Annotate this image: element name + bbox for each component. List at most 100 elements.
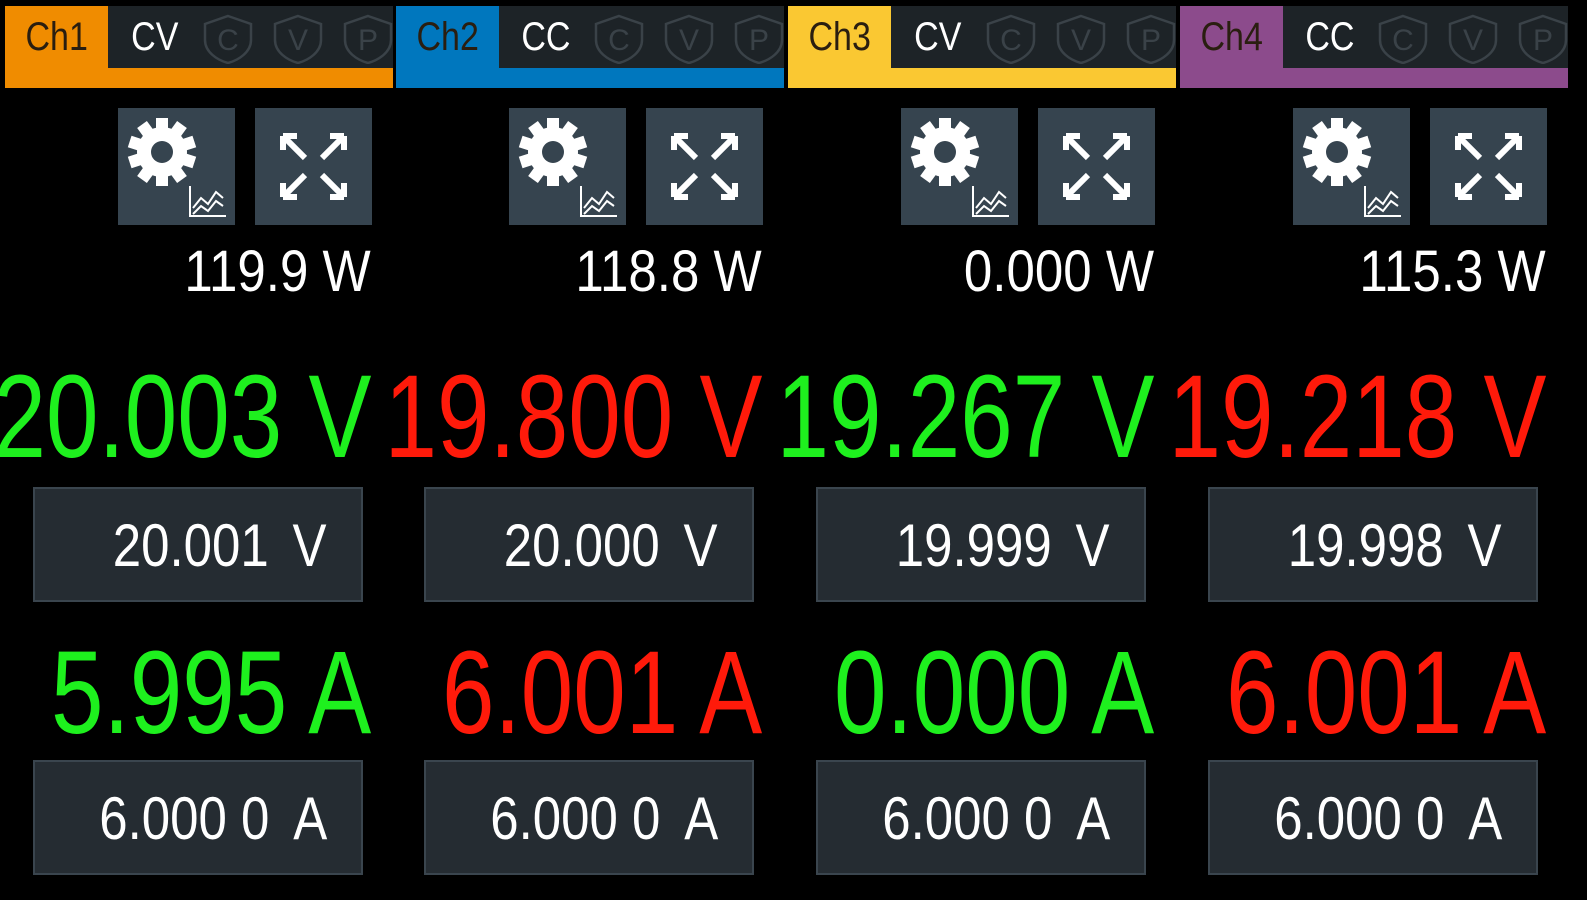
- channel-label: Ch1: [25, 14, 88, 59]
- svg-text:C: C: [1392, 24, 1414, 57]
- regulation-mode: CV: [900, 6, 976, 68]
- channel-tab[interactable]: Ch2: [396, 6, 499, 68]
- protection-v-shield-icon: V: [662, 14, 716, 65]
- protection-c-shield-icon: C: [984, 14, 1038, 65]
- protection-p-shield-icon: P: [1516, 14, 1570, 65]
- svg-text:P: P: [1533, 24, 1553, 57]
- voltage-reading: 20.003 V: [0, 351, 371, 483]
- svg-text:V: V: [1463, 24, 1483, 57]
- voltage-setpoint-value: 20.001: [113, 512, 270, 579]
- current-reading: 6.001 A: [441, 627, 762, 759]
- channel-header[interactable]: Ch2 CC C V P: [396, 6, 784, 88]
- channel-4-panel: Ch4 CC C V P 115.3 W 19.218 V 19.998 V 6.00…: [1168, 6, 1568, 896]
- current-limit-field[interactable]: 6.000 0 A: [33, 760, 363, 875]
- expand-arrows-icon: [1430, 133, 1547, 229]
- voltage-unit: V: [1075, 512, 1110, 579]
- protection-p-shield-icon: P: [732, 14, 786, 65]
- svg-text:V: V: [679, 24, 699, 57]
- channel-label: Ch2: [416, 14, 479, 59]
- svg-text:C: C: [1000, 24, 1022, 57]
- current-reading: 0.000 A: [833, 627, 1154, 759]
- current-limit-field[interactable]: 6.000 0 A: [816, 760, 1146, 875]
- protection-v-shield-icon: V: [1446, 14, 1500, 65]
- svg-text:C: C: [608, 24, 630, 57]
- protection-c-shield-icon: C: [592, 14, 646, 65]
- expand-arrows-icon: [646, 133, 763, 229]
- expand-button[interactable]: [646, 108, 763, 225]
- current-reading: 6.001 A: [1225, 627, 1546, 759]
- power-reading: 115.3 W: [1359, 239, 1546, 304]
- voltage-setpoint-field[interactable]: 19.998 V: [1208, 487, 1538, 602]
- current-limit-field[interactable]: 6.000 0 A: [1208, 760, 1538, 875]
- channel-2-panel: Ch2 CC C V P 118.8 W 19.800 V 20.000 V 6.00…: [384, 6, 784, 896]
- expand-button[interactable]: [1430, 108, 1547, 225]
- voltage-setpoint-value: 19.999: [896, 512, 1053, 579]
- voltage-reading: 19.267 V: [776, 351, 1154, 483]
- voltage-unit: V: [683, 512, 718, 579]
- chart-icon: [189, 186, 226, 217]
- mode-label: CV: [131, 14, 179, 59]
- protection-p-shield-icon: P: [341, 14, 395, 65]
- svg-text:V: V: [1071, 24, 1091, 57]
- protection-v-shield-icon: V: [1054, 14, 1108, 65]
- gear-icon: [901, 118, 1018, 229]
- current-limit-value: 6.000 0: [490, 785, 661, 852]
- voltage-setpoint-field[interactable]: 20.000 V: [424, 487, 754, 602]
- voltage-setpoint-value: 19.998: [1288, 512, 1445, 579]
- settings-button[interactable]: [509, 108, 626, 225]
- channel-header[interactable]: Ch4 CC C V P: [1180, 6, 1568, 88]
- channel-label: Ch3: [808, 14, 871, 59]
- current-unit: A: [292, 785, 327, 852]
- channel-tab[interactable]: Ch3: [788, 6, 891, 68]
- gear-icon: [509, 118, 626, 229]
- channel-header[interactable]: Ch1 CV CVP: [5, 6, 393, 88]
- chart-icon: [580, 186, 617, 217]
- channel-header[interactable]: Ch3 CV CVP: [788, 6, 1176, 88]
- mode-label: CC: [521, 14, 571, 59]
- current-reading: 5.995 A: [50, 627, 371, 759]
- mode-label: CC: [1305, 14, 1355, 59]
- current-unit: A: [1075, 785, 1110, 852]
- channel-tab[interactable]: Ch4: [1180, 6, 1283, 68]
- svg-text:C: C: [217, 24, 239, 57]
- chart-icon: [972, 186, 1009, 217]
- channel-tab[interactable]: Ch1: [5, 6, 108, 68]
- current-limit-value: 6.000 0: [99, 785, 270, 852]
- current-unit: A: [683, 785, 718, 852]
- chart-icon: [1364, 186, 1401, 217]
- expand-arrows-icon: [255, 133, 372, 229]
- svg-text:P: P: [358, 24, 378, 57]
- protection-c-shield-icon: C: [1376, 14, 1430, 65]
- voltage-reading: 19.800 V: [384, 351, 762, 483]
- channel-1-panel: Ch1 CV CVP 119.9 W 20.003 V 20.001 V 5.99…: [0, 6, 393, 896]
- settings-button[interactable]: [1293, 108, 1410, 225]
- gear-icon: [1293, 118, 1410, 229]
- regulation-mode: CC: [1292, 6, 1368, 68]
- current-limit-value: 6.000 0: [1274, 785, 1445, 852]
- voltage-unit: V: [1467, 512, 1502, 579]
- voltage-setpoint-field[interactable]: 19.999 V: [816, 487, 1146, 602]
- power-reading: 118.8 W: [575, 239, 762, 304]
- current-limit-value: 6.000 0: [882, 785, 1053, 852]
- svg-text:P: P: [1141, 24, 1161, 57]
- current-unit: A: [1467, 785, 1502, 852]
- protection-c-shield-icon: C: [201, 14, 255, 65]
- expand-arrows-icon: [1038, 133, 1155, 229]
- voltage-reading: 19.218 V: [1168, 351, 1546, 483]
- svg-text:P: P: [749, 24, 769, 57]
- power-reading: 119.9 W: [184, 239, 371, 304]
- voltage-setpoint-field[interactable]: 20.001 V: [33, 487, 363, 602]
- current-limit-field[interactable]: 6.000 0 A: [424, 760, 754, 875]
- channel-label: Ch4: [1200, 14, 1263, 59]
- expand-button[interactable]: [255, 108, 372, 225]
- voltage-setpoint-value: 20.000: [504, 512, 661, 579]
- regulation-mode: CV: [117, 6, 193, 68]
- channel-3-panel: Ch3 CV CVP 0.000 W 19.267 V 19.999 V 0.00…: [776, 6, 1176, 896]
- expand-button[interactable]: [1038, 108, 1155, 225]
- voltage-unit: V: [292, 512, 327, 579]
- svg-text:V: V: [288, 24, 308, 57]
- settings-button[interactable]: [901, 108, 1018, 225]
- gear-icon: [118, 118, 235, 229]
- power-reading: 0.000 W: [963, 239, 1154, 304]
- settings-button[interactable]: [118, 108, 235, 225]
